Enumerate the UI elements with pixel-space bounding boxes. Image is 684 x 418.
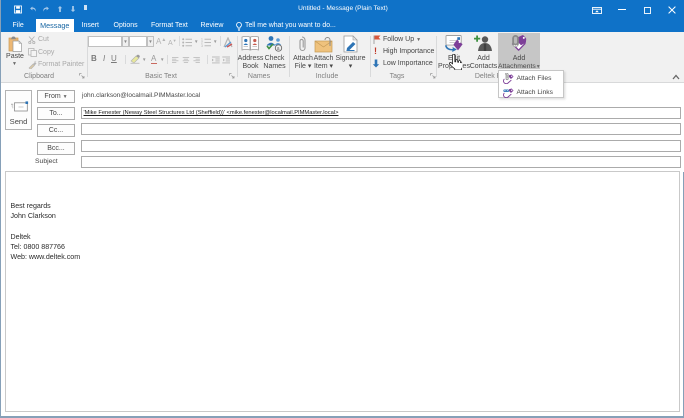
svg-text:a: a (277, 46, 280, 52)
svg-text:3: 3 (201, 44, 203, 47)
